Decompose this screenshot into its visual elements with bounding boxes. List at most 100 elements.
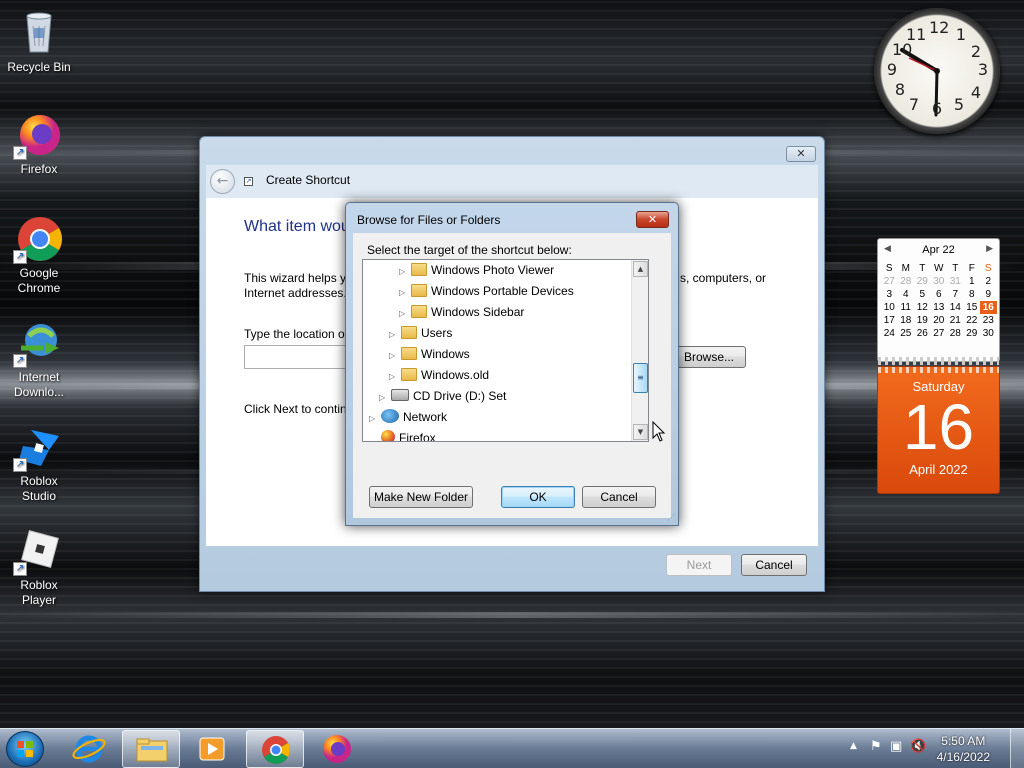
taskbar-windows-explorer[interactable] (122, 730, 180, 768)
scroll-thumb[interactable]: ≡ (633, 363, 648, 393)
folder-icon (411, 284, 427, 297)
expand-icon[interactable]: ▷ (389, 366, 399, 387)
tree-item[interactable]: ▷ Windows Portable Devices (399, 281, 574, 302)
tree-item[interactable]: ▷ Windows Sidebar (399, 302, 524, 323)
desktop-icon-google-chrome[interactable]: ↗ Google Chrome (2, 214, 76, 296)
cursor-icon (652, 421, 666, 442)
folder-icon (411, 305, 427, 318)
tree-scrollbar[interactable]: ▲ ≡ ▼ (631, 260, 648, 441)
clock-number: 9 (886, 60, 898, 79)
expand-icon[interactable]: ▷ (389, 324, 399, 345)
desktop-icon-recycle-bin[interactable]: Recycle Bin (2, 8, 76, 75)
dialog-cancel-button[interactable]: Cancel (582, 486, 656, 508)
tree-item[interactable]: ▷ Windows Photo Viewer (399, 260, 554, 281)
taskbar-google-chrome[interactable] (246, 730, 304, 768)
shortcut-arrow-icon: ↗ (13, 250, 27, 264)
desktop-icon-firefox[interactable]: ↗ Firefox (2, 110, 76, 177)
scroll-up-button[interactable]: ▲ (633, 261, 648, 277)
show-desktop-button[interactable] (1010, 729, 1024, 768)
taskbar-clock[interactable]: 5:50 AM 4/16/2022 (937, 733, 990, 765)
make-new-folder-button[interactable]: Make New Folder (369, 486, 473, 508)
start-button[interactable] (6, 731, 44, 767)
wizard-description-line2: Internet addresses. (244, 286, 347, 300)
scroll-up-icon: ▲ (637, 265, 644, 273)
taskbar-internet-explorer[interactable] (60, 730, 118, 768)
wizard-continue-text: Click Next to contin (244, 402, 347, 416)
network-icon (381, 409, 399, 423)
grip-icon: ≡ (637, 373, 644, 382)
expand-icon[interactable]: ▷ (369, 408, 379, 429)
wizard-heading: What item wou (244, 218, 350, 235)
expand-icon[interactable]: ▷ (399, 303, 409, 324)
network-icon[interactable]: ▣ (890, 739, 902, 754)
clock-number: 2 (970, 42, 982, 61)
browse-dialog: Browse for Files or Folders ✕ Select the… (345, 202, 679, 526)
expand-icon[interactable]: ▷ (379, 387, 389, 408)
calendar-next-icon[interactable]: ▶ (986, 244, 993, 254)
date-month-year: April 2022 (909, 462, 968, 477)
desktop-icon-roblox-studio[interactable]: ↗ Roblox Studio (2, 422, 76, 504)
chrome-icon: ↗ (13, 214, 63, 264)
tree-item[interactable]: ▷ Windows (389, 344, 470, 365)
internet-explorer-icon (72, 735, 106, 763)
tree-item[interactable]: ▷ Windows.old (389, 365, 489, 386)
folder-icon (401, 347, 417, 360)
expand-icon[interactable]: ▷ (399, 261, 409, 282)
calendar-month-label: Apr 22 (922, 244, 955, 256)
calendar-gadget[interactable]: ◀ Apr 22 ▶ SMTWTFS 27 28 29 30 31 1 2 3456789 … (877, 238, 1000, 365)
internet-download-manager-icon: ↗ (13, 318, 63, 368)
calendar-week-row: 24 25 26 27 28 29 30 (883, 328, 994, 339)
firefox-icon: ↗ (13, 110, 63, 160)
dialog-close-button[interactable]: ✕ (636, 211, 669, 228)
roblox-player-icon: ↗ (13, 526, 63, 576)
tree-item[interactable]: ▷ CD Drive (D:) Set (379, 386, 506, 407)
clock-number: 7 (908, 95, 920, 114)
back-button[interactable]: ← (210, 169, 235, 194)
ok-button[interactable]: OK (501, 486, 575, 508)
clock-number: 11 (906, 25, 927, 44)
tree-item[interactable]: ▷ Network (369, 407, 447, 428)
tree-item[interactable]: ▷ Users (389, 323, 452, 344)
date-gadget[interactable]: Saturday 16 April 2022 (877, 366, 1000, 494)
clock-second-hand (908, 57, 938, 72)
calendar-week-row: 10 11 12 13 14 15 16 (881, 301, 997, 314)
taskbar-firefox[interactable] (308, 730, 366, 768)
desktop-icon-label: Firefox (20, 162, 58, 176)
taskbar-media-player[interactable] (184, 730, 242, 768)
clock-gadget[interactable]: 12 1 2 3 4 5 6 7 8 9 10 11 (874, 8, 1000, 134)
back-arrow-icon: ← (216, 173, 229, 189)
desktop-icon-internet-download-manager[interactable]: ↗ Internet Downlo... (2, 318, 76, 400)
scroll-down-button[interactable]: ▼ (633, 424, 648, 440)
taskbar: ▲ ⚑ ▣ 🔇 5:50 AM 4/16/2022 (0, 728, 1024, 768)
resize-grip-icon[interactable]: ⋰ (667, 513, 675, 522)
shortcut-arrow-icon: ↗ (13, 458, 27, 472)
clock-number: 12 (929, 18, 950, 37)
tree-item[interactable]: Firefox (369, 428, 436, 441)
expand-icon[interactable]: ▷ (389, 345, 399, 366)
scroll-down-icon: ▼ (637, 428, 644, 436)
expand-icon[interactable]: ▷ (399, 282, 409, 303)
close-button[interactable]: ✕ (786, 146, 816, 162)
action-center-flag-icon[interactable]: ⚑ (870, 739, 882, 754)
volume-muted-icon[interactable]: 🔇 (910, 739, 926, 754)
show-hidden-icons-icon[interactable]: ▲ (850, 741, 857, 751)
wizard-description-end: s, computers, or (680, 271, 767, 285)
taskbar-date: 4/16/2022 (936, 750, 990, 764)
folder-icon (136, 738, 168, 762)
calendar-week-row: 27 28 29 30 31 1 2 (883, 276, 992, 287)
wizard-title: Create Shortcut (266, 173, 351, 187)
calendar-weekday-row: SMTWTFS (885, 263, 992, 274)
next-button[interactable]: Next (666, 554, 732, 576)
calendar-binding (878, 357, 999, 365)
close-icon: ✕ (647, 213, 658, 226)
cancel-button[interactable]: Cancel (741, 554, 807, 576)
system-tray: ▲ ⚑ ▣ 🔇 5:50 AM 4/16/2022 (834, 729, 1024, 768)
desktop-icon-roblox-player[interactable]: ↗ Roblox Player (2, 526, 76, 608)
shortcut-arrow-icon: ↗ (13, 562, 27, 576)
taskbar-time: 5:50 AM (941, 734, 986, 748)
browse-button[interactable]: Browse... (672, 346, 746, 368)
recycle-bin-icon (15, 8, 63, 56)
firefox-icon (323, 735, 351, 763)
calendar-selected-day[interactable]: 16 (980, 301, 997, 314)
folder-tree[interactable]: ▷ Windows Photo Viewer ▷ Windows Portable … (362, 259, 649, 442)
